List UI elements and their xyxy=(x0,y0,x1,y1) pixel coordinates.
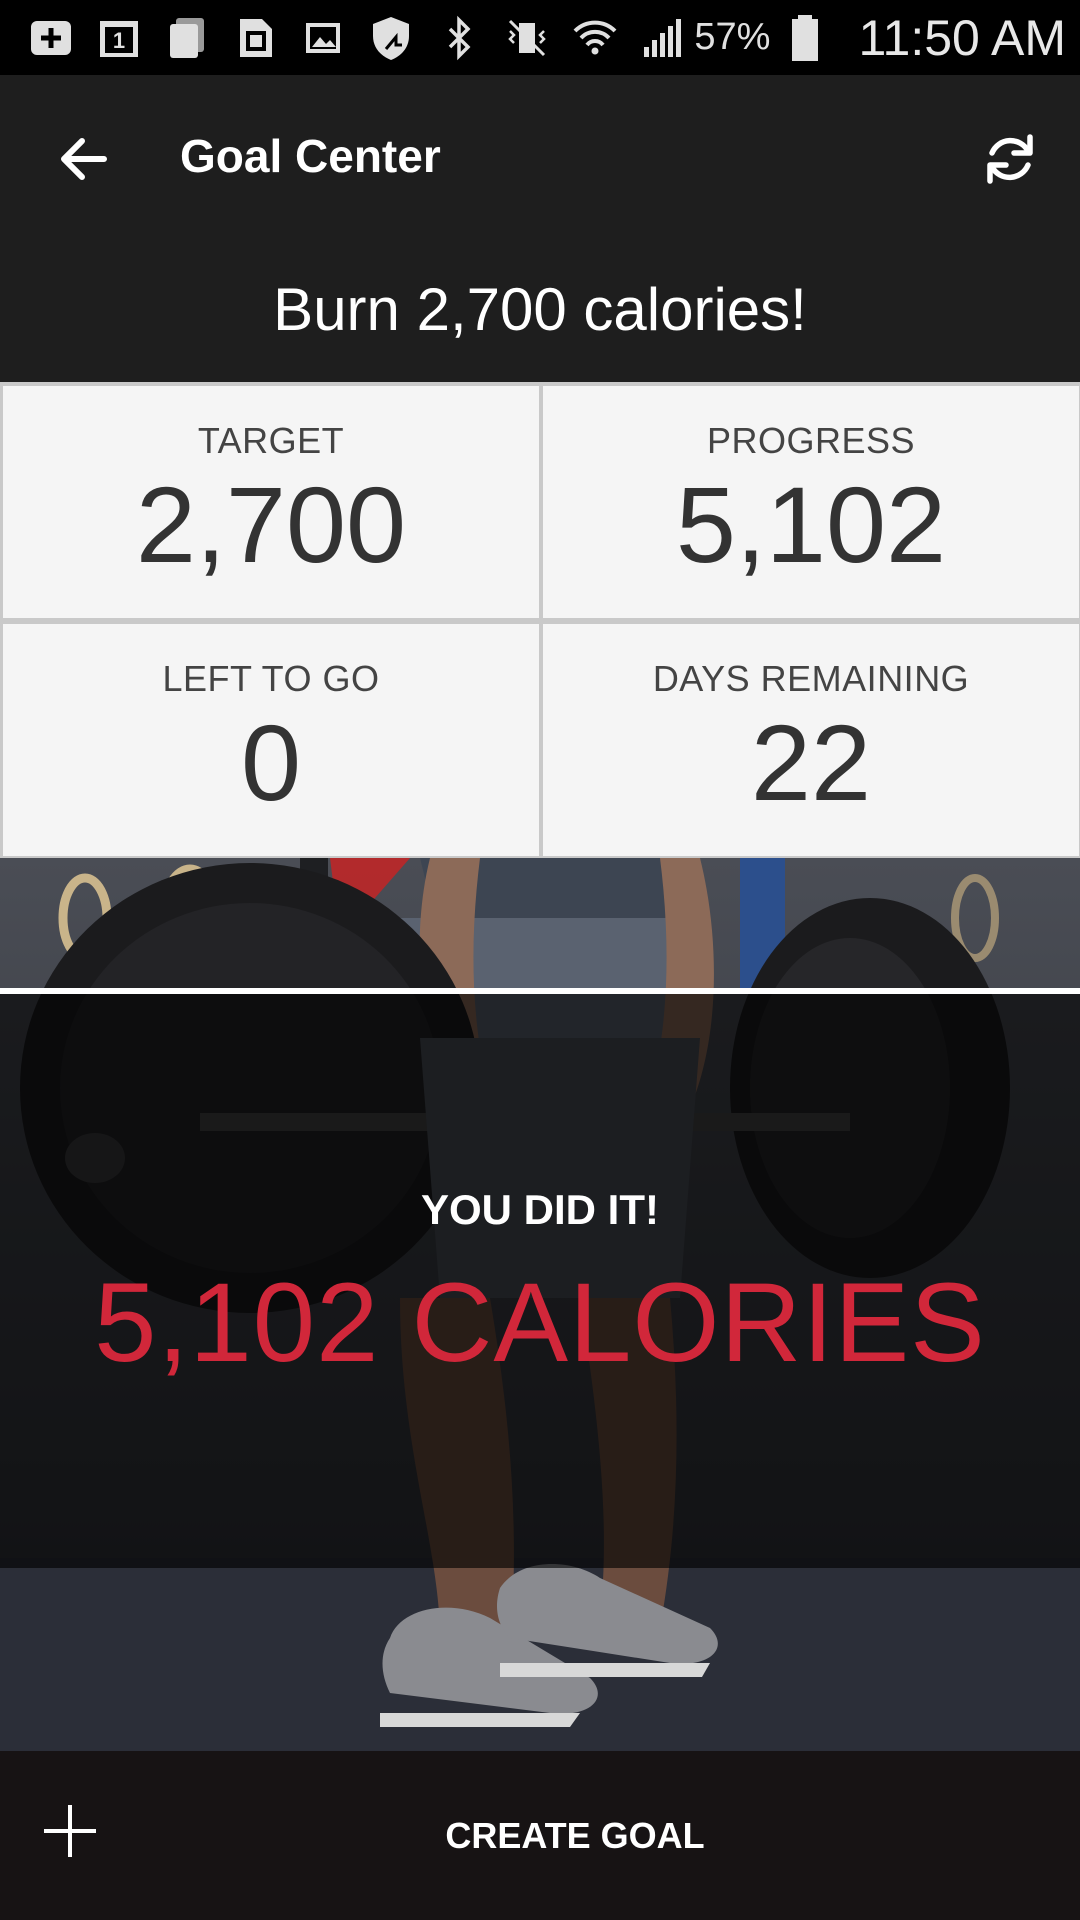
app-bar: Goal Center xyxy=(0,75,1080,245)
arrow-left-icon xyxy=(61,138,107,180)
achievement-headline: YOU DID IT! xyxy=(421,1186,659,1233)
battery-icon xyxy=(780,13,830,63)
achievement-total: 5,102 CALORIES xyxy=(94,1260,986,1385)
stat-target: TARGET 2,700 xyxy=(3,386,539,618)
refresh-icon xyxy=(987,134,1033,184)
sd-card-icon xyxy=(230,13,280,63)
stat-value: 0 xyxy=(240,702,302,823)
stat-value: 2,700 xyxy=(135,464,407,585)
calendar-icon: 1 xyxy=(94,13,144,63)
svg-text:1: 1 xyxy=(113,28,125,53)
stat-days-remaining: DAYS REMAINING 22 xyxy=(543,624,1079,856)
refresh-button[interactable] xyxy=(966,115,1054,203)
battery-percent: 57% xyxy=(694,16,771,58)
copy-icon xyxy=(162,13,212,63)
plus-icon xyxy=(44,1805,96,1857)
image-icon xyxy=(298,13,348,63)
create-goal-button[interactable]: CREATE GOAL xyxy=(0,1751,1080,1920)
clock: 11:50 AM xyxy=(858,9,1066,66)
stat-value: 22 xyxy=(750,702,872,823)
stat-value: 5,102 xyxy=(675,464,947,585)
add-goal-button[interactable] xyxy=(30,1791,110,1871)
signal-icon xyxy=(638,13,688,63)
stat-label: TARGET xyxy=(197,420,345,461)
goal-title: Burn 2,700 calories! xyxy=(273,276,807,343)
page-title: Goal Center xyxy=(180,130,441,182)
status-icons: 1 xyxy=(26,13,688,63)
stat-left-to-go: LEFT TO GO 0 xyxy=(3,624,539,856)
stat-progress: PROGRESS 5,102 xyxy=(543,386,1079,618)
add-box-icon xyxy=(26,13,76,63)
stat-label: LEFT TO GO xyxy=(162,658,380,699)
stat-label: PROGRESS xyxy=(706,420,916,461)
shield-icon xyxy=(366,13,416,63)
back-button[interactable] xyxy=(40,115,128,203)
status-bar: 1 57% 11:50 AM xyxy=(0,0,1080,75)
stat-label: DAYS REMAINING xyxy=(652,658,970,699)
bluetooth-icon xyxy=(434,13,484,63)
hero-image: YOU DID IT! 5,102 CALORIES xyxy=(0,858,1080,1751)
wifi-icon xyxy=(570,13,620,63)
bottom-bar: CREATE GOAL xyxy=(0,1751,1080,1920)
goal-stats-grid: TARGET 2,700 PROGRESS 5,102 LEFT TO GO 0… xyxy=(0,382,1080,858)
vibrate-icon xyxy=(502,13,552,63)
